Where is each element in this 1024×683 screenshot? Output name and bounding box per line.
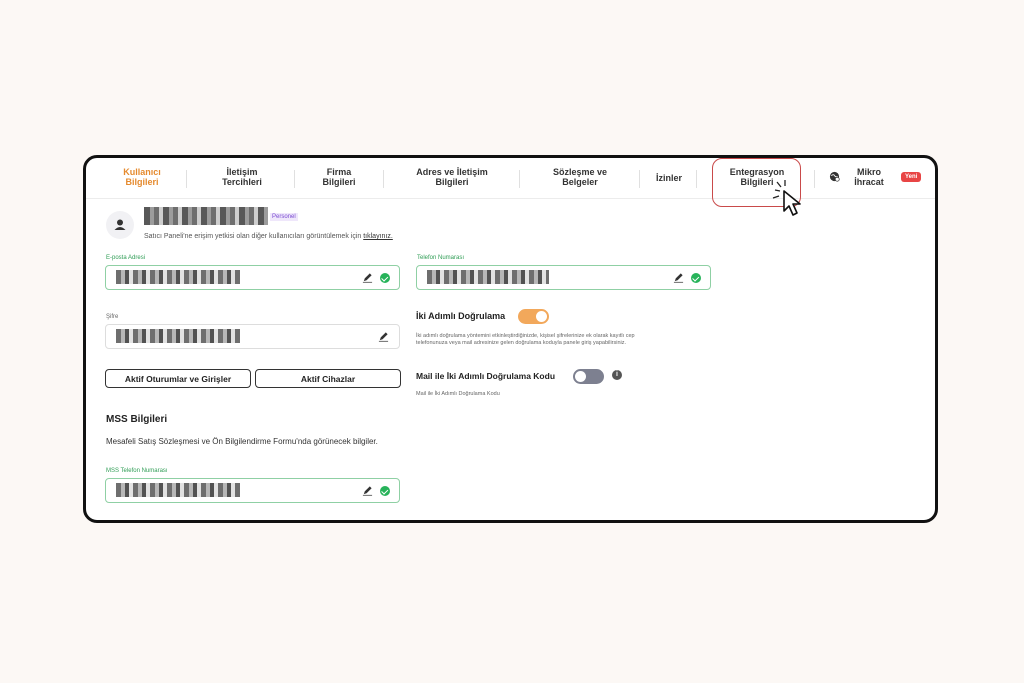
tab-divider — [383, 170, 384, 188]
tab-label: İletişim — [226, 167, 258, 177]
mail-two-factor-toggle[interactable] — [573, 369, 604, 384]
mss-phone-field[interactable] — [105, 478, 400, 503]
active-devices-button[interactable]: Aktif Cihazlar — [255, 369, 401, 388]
tab-label: Kullanıcı — [123, 167, 161, 177]
verified-check-icon — [380, 273, 390, 283]
phone-value-redacted — [427, 270, 549, 284]
tab-address-contact[interactable]: Adres ve İletişim Bilgileri — [398, 167, 506, 187]
tab-user-info[interactable]: Kullanıcı Bilgileri — [108, 167, 176, 187]
tab-bar: Kullanıcı Bilgileri İletişim Tercihleri … — [86, 158, 935, 216]
description-text: Satıcı Paneli'ne erişim yetkisi olan diğ… — [144, 233, 362, 240]
mss-section-title: MSS Bilgileri — [106, 414, 168, 425]
two-factor-description: İki adımlı doğrulama yöntemini etkinleşt… — [416, 333, 635, 347]
tab-label: Bilgileri — [435, 177, 469, 187]
tab-divider — [186, 170, 187, 188]
tab-label: Mikro — [856, 167, 881, 177]
info-icon[interactable]: i — [612, 370, 622, 380]
phone-label: Telefon Numarası — [417, 255, 465, 261]
active-sessions-button[interactable]: Aktif Oturumlar ve Girişler — [105, 369, 251, 388]
verified-check-icon — [691, 273, 701, 283]
tab-label: Firma — [326, 167, 352, 177]
tab-divider — [294, 170, 295, 188]
password-label: Şifre — [106, 314, 119, 320]
email-field[interactable] — [105, 265, 400, 290]
tab-label: Bilgileri — [125, 177, 159, 187]
username-redacted — [144, 207, 268, 225]
description-line: İki adımlı doğrulama yöntemini etkinleşt… — [416, 333, 635, 339]
password-field[interactable] — [105, 324, 400, 349]
new-badge: Yeni — [901, 172, 922, 182]
mss-phone-label: MSS Telefon Numarası — [106, 468, 168, 474]
mss-phone-value-redacted — [116, 483, 240, 497]
tab-label: Sözleşme ve — [552, 167, 608, 177]
tab-micro-export[interactable]: Mikro İhracat — [844, 167, 894, 187]
settings-panel: Kullanıcı Bilgileri İletişim Tercihleri … — [83, 155, 938, 523]
edit-pen-icon[interactable] — [362, 485, 373, 496]
edit-pen-icon[interactable] — [673, 272, 684, 283]
tab-divider — [696, 170, 697, 188]
tab-label: Bilgileri — [322, 177, 356, 187]
mail-two-factor-subtitle: Mail ile İki Adımlı Doğrulama Kodu — [416, 391, 500, 397]
email-value-redacted — [116, 270, 240, 284]
mail-two-factor-title: Mail ile İki Adımlı Doğrulama Kodu — [416, 371, 556, 381]
tab-label: İhracat — [854, 177, 884, 187]
email-label: E-posta Adresi — [106, 255, 146, 261]
edit-pen-icon[interactable] — [378, 331, 389, 342]
user-description: Satıcı Paneli'ne erişim yetkisi olan diğ… — [144, 233, 393, 240]
tab-divider — [519, 170, 520, 188]
view-users-link[interactable]: tıklayınız. — [363, 233, 393, 240]
edit-pen-icon[interactable] — [362, 272, 373, 283]
tab-divider — [639, 170, 640, 188]
two-factor-toggle[interactable] — [518, 309, 549, 324]
phone-field[interactable] — [416, 265, 711, 290]
tab-label: İzinler — [655, 173, 682, 183]
avatar — [106, 211, 134, 239]
description-line: telefonunuza veya mail adresinize gelen … — [416, 340, 627, 346]
two-factor-title: İki Adımlı Doğrulama — [416, 311, 506, 321]
verified-check-icon — [380, 486, 390, 496]
user-icon — [114, 219, 126, 230]
tab-label: Adres ve İletişim — [416, 167, 488, 177]
tab-label: Tercihleri — [222, 177, 262, 187]
tab-company-info[interactable]: Firma Bilgileri — [308, 167, 370, 187]
toggle-knob — [536, 311, 547, 322]
tab-contact-preferences[interactable]: İletişim Tercihleri — [204, 167, 280, 187]
role-badge: Personel — [270, 213, 298, 221]
mss-section-description: Mesafeli Satış Sözleşmesi ve Ön Bilgilen… — [106, 437, 378, 446]
tab-permissions[interactable]: İzinler — [646, 173, 692, 183]
globe-icon — [829, 171, 840, 182]
tab-divider — [814, 170, 815, 188]
tab-label: Belgeler — [562, 177, 598, 187]
toggle-knob — [575, 371, 586, 382]
password-value-redacted — [116, 329, 240, 343]
tab-contracts-documents[interactable]: Sözleşme ve Belgeler — [534, 167, 626, 187]
hand-cursor-icon — [772, 180, 801, 216]
